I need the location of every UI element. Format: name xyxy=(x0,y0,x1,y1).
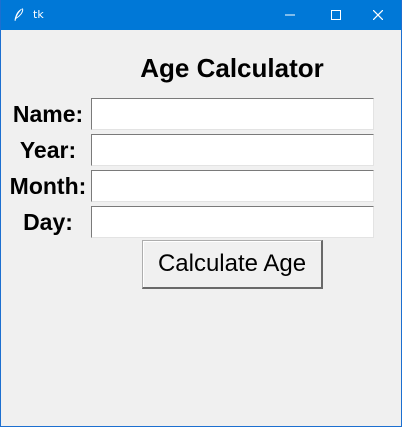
year-label: Year: xyxy=(19,137,77,163)
window-title: tk xyxy=(33,8,44,21)
year-field[interactable] xyxy=(91,134,374,166)
day-field[interactable] xyxy=(91,206,374,238)
month-label: Month: xyxy=(9,173,87,199)
close-icon xyxy=(373,10,383,20)
maximize-icon xyxy=(331,10,341,20)
title-bar[interactable]: tk xyxy=(1,0,401,30)
month-field[interactable] xyxy=(91,170,374,202)
maximize-button[interactable] xyxy=(313,0,359,30)
name-label: Name: xyxy=(12,101,84,127)
minimize-icon xyxy=(285,14,295,16)
app-window: tk Age Calculator Name: Year: Month: Day… xyxy=(0,0,402,427)
calculate-age-button[interactable]: Calculate Age xyxy=(142,240,323,289)
name-field[interactable] xyxy=(91,98,374,130)
day-label: Day: xyxy=(23,209,73,235)
feather-icon xyxy=(11,7,27,23)
minimize-button[interactable] xyxy=(267,0,313,30)
close-button[interactable] xyxy=(355,0,401,30)
page-title: Age Calculator xyxy=(140,53,324,83)
